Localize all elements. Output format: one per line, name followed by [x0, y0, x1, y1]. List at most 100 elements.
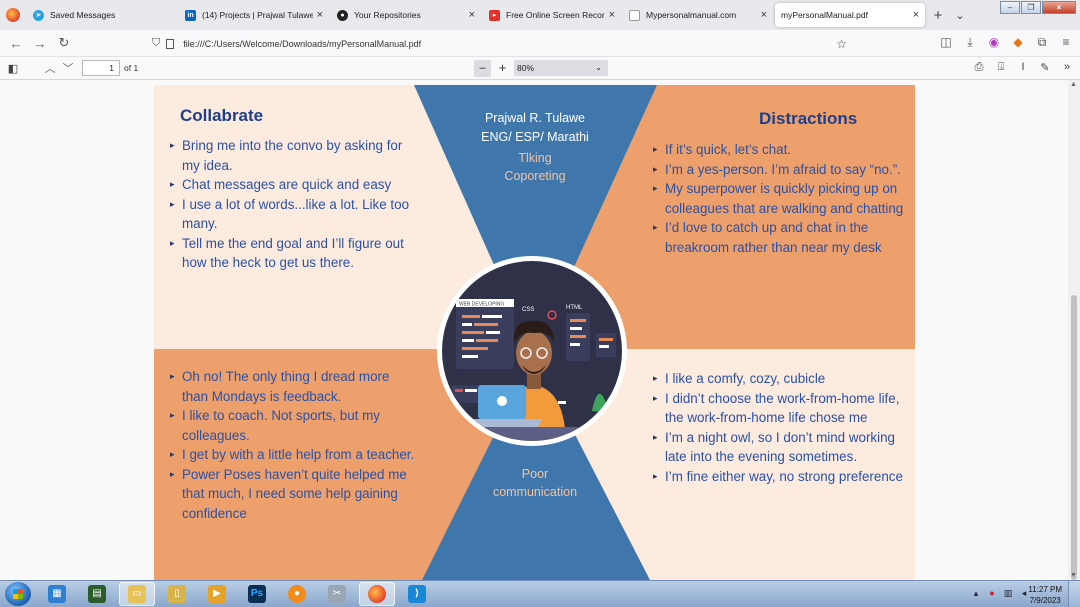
developer-illustration: WEB DEVELOPING CSS HTML: [442, 261, 622, 441]
skill-talking: Tlking: [518, 151, 552, 165]
telegram-icon: ➤: [33, 9, 44, 21]
weakness-info: Poor communication: [435, 465, 635, 501]
list-item: I get by with a little help from a teach…: [170, 445, 418, 465]
window-controls: – ❐ ×: [999, 1, 1076, 14]
print-icon[interactable]: ⎙: [972, 61, 986, 74]
list-tabs-icon[interactable]: ⌄: [949, 9, 971, 22]
fl-studio-icon[interactable]: ●: [279, 582, 315, 606]
clock[interactable]: 11:27 PM 7/9/2023: [1028, 584, 1062, 606]
address-bar[interactable]: ⛉ file:///C:/Users/Welcome/Downloads/myP…: [152, 33, 857, 54]
list-item: Bring me into the convo by asking for my…: [170, 136, 418, 175]
page-count: of 1: [124, 63, 139, 73]
tab-label: myPersonalManual.pdf: [781, 10, 868, 20]
metamask-icon[interactable]: ◆: [1010, 35, 1026, 50]
show-hidden-icons-icon[interactable]: ▴: [970, 588, 982, 599]
zoom-select[interactable]: 80% ⌄: [514, 60, 608, 76]
scroll-up-icon[interactable]: ▲: [1070, 81, 1077, 88]
profile-languages: ENG/ ESP/ Marathi: [481, 130, 589, 144]
close-window-icon[interactable]: ×: [1042, 1, 1076, 14]
more-tools-icon[interactable]: »: [1060, 61, 1074, 74]
weakness-line-1: Poor: [521, 467, 549, 481]
bookmark-star-icon[interactable]: ☆: [836, 37, 847, 51]
next-page-icon[interactable]: ﹀: [59, 60, 77, 76]
previous-page-icon[interactable]: ︿: [41, 60, 59, 76]
navigation-bar: ← → ↻ ⛉ file:///C:/Users/Welcome/Downloa…: [0, 30, 1080, 57]
chevron-down-icon: ⌄: [595, 63, 602, 72]
pocket-icon[interactable]: ◫: [938, 35, 954, 50]
vertical-scrollbar[interactable]: ▲ ▼: [1068, 80, 1080, 580]
system-tray: ▴ ● ▥ ◂: [970, 588, 1030, 599]
pdf-page: Collabrate Bring me into the convo by as…: [154, 85, 915, 580]
vscode-icon[interactable]: ⟩: [399, 582, 435, 606]
scroll-down-icon[interactable]: ▼: [1070, 572, 1077, 579]
firefox-icon[interactable]: [359, 582, 395, 606]
menu-icon[interactable]: ≡: [1058, 35, 1074, 50]
photoshop-icon[interactable]: Ps: [239, 582, 275, 606]
tab-saved-messages[interactable]: ➤ Saved Messages: [27, 3, 177, 27]
list-item: Tell me the end goal and I’ll figure out…: [170, 234, 418, 273]
pdf-viewer[interactable]: Collabrate Bring me into the convo by as…: [0, 80, 1080, 580]
control-panel-icon[interactable]: ▦: [39, 582, 75, 606]
html-label: HTML: [566, 305, 583, 311]
toolbar-actions: ◫ ⤓ ◉ ◆ ⧉ ≡: [938, 35, 1074, 50]
show-desktop-button[interactable]: [1068, 581, 1080, 607]
close-tab-icon[interactable]: ×: [761, 9, 767, 21]
page-icon: [629, 9, 640, 21]
close-tab-icon[interactable]: ×: [913, 9, 919, 21]
collaborate-list: Bring me into the convo by asking for my…: [170, 136, 418, 273]
extensions-puzzle-icon[interactable]: ⧉: [1034, 35, 1050, 50]
zoom-out-button[interactable]: –: [474, 60, 491, 77]
taskbar: ▦ ▤ ▭ ▯ ▶ Ps ● ✂ ⟩ ▴ ● ▥ ◂ 11:27 PM 7/9/…: [0, 580, 1080, 607]
sidebar-toggle-icon[interactable]: ◧: [5, 62, 21, 75]
network-icon[interactable]: ▥: [1002, 588, 1014, 599]
folder-icon[interactable]: ▯: [159, 582, 195, 606]
file-explorer-icon[interactable]: ▭: [119, 582, 155, 606]
close-tab-icon[interactable]: ×: [469, 9, 475, 21]
tab-personal-manual-pdf[interactable]: myPersonalManual.pdf ×: [775, 3, 925, 27]
firefox-view-icon[interactable]: [6, 8, 20, 22]
restore-icon[interactable]: ❐: [1021, 1, 1041, 14]
list-item: If it’s quick, let’s chat.: [653, 140, 911, 160]
terminal-icon[interactable]: ▤: [79, 582, 115, 606]
shield-icon[interactable]: ⛉: [152, 37, 160, 50]
tab-linkedin[interactable]: in (14) Projects | Prajwal Tulawe | L ×: [179, 3, 329, 27]
list-item: My superpower is quickly picking up on c…: [653, 179, 911, 218]
tab-mypersonalmanual[interactable]: Mypersonalmanual.com ×: [623, 3, 773, 27]
pdf-actions: ⎙ ⍗ I ✎ »: [972, 61, 1074, 74]
page-number-input[interactable]: 1: [82, 60, 120, 76]
snipping-tool-icon[interactable]: ✂: [319, 582, 355, 606]
list-item: I’d love to catch up and chat in the bre…: [653, 218, 911, 257]
tab-label: Mypersonalmanual.com: [646, 10, 737, 20]
tab-strip: ➤ Saved Messages in (14) Projects | Praj…: [0, 0, 1080, 30]
profile-info: Prajwal R. Tulawe ENG/ ESP/ Marathi Tlki…: [435, 109, 635, 185]
text-tool-icon[interactable]: I: [1016, 61, 1030, 74]
scrollbar-thumb[interactable]: [1071, 295, 1077, 580]
downloads-icon[interactable]: ⤓: [962, 35, 978, 50]
tab-label: Saved Messages: [50, 10, 116, 20]
close-tab-icon[interactable]: ×: [609, 9, 615, 21]
list-item: I like to coach. Not sports, but my coll…: [170, 406, 418, 445]
recorder-icon: ▸: [489, 9, 500, 21]
profile-name: Prajwal R. Tulawe: [484, 111, 586, 125]
tab-screen-recorder[interactable]: ▸ Free Online Screen Recorder & ×: [483, 3, 621, 27]
media-player-icon[interactable]: ▶: [199, 582, 235, 606]
new-tab-icon[interactable]: +: [927, 7, 949, 24]
url-text[interactable]: file:///C:/Users/Welcome/Downloads/myPer…: [183, 39, 421, 49]
tab-label: Your Repositories: [354, 10, 421, 20]
clock-time: 11:27 PM: [1028, 585, 1062, 594]
github-icon: ●: [337, 9, 348, 21]
antivirus-icon[interactable]: ●: [986, 588, 998, 599]
save-icon[interactable]: ⍗: [994, 61, 1008, 74]
forward-icon[interactable]: →: [28, 36, 52, 51]
back-icon[interactable]: ←: [4, 36, 28, 51]
list-item: I use a lot of words...like a lot. Like …: [170, 195, 418, 234]
extension-icon[interactable]: ◉: [986, 35, 1002, 50]
minimize-icon[interactable]: –: [1000, 1, 1020, 14]
zoom-in-button[interactable]: +: [494, 60, 511, 77]
start-button[interactable]: [5, 582, 31, 606]
tab-github[interactable]: ● Your Repositories ×: [331, 3, 481, 27]
close-tab-icon[interactable]: ×: [317, 9, 323, 21]
draw-tool-icon[interactable]: ✎: [1038, 61, 1052, 74]
reload-icon[interactable]: ↻: [52, 35, 76, 51]
list-item: Chat messages are quick and easy: [170, 175, 418, 195]
